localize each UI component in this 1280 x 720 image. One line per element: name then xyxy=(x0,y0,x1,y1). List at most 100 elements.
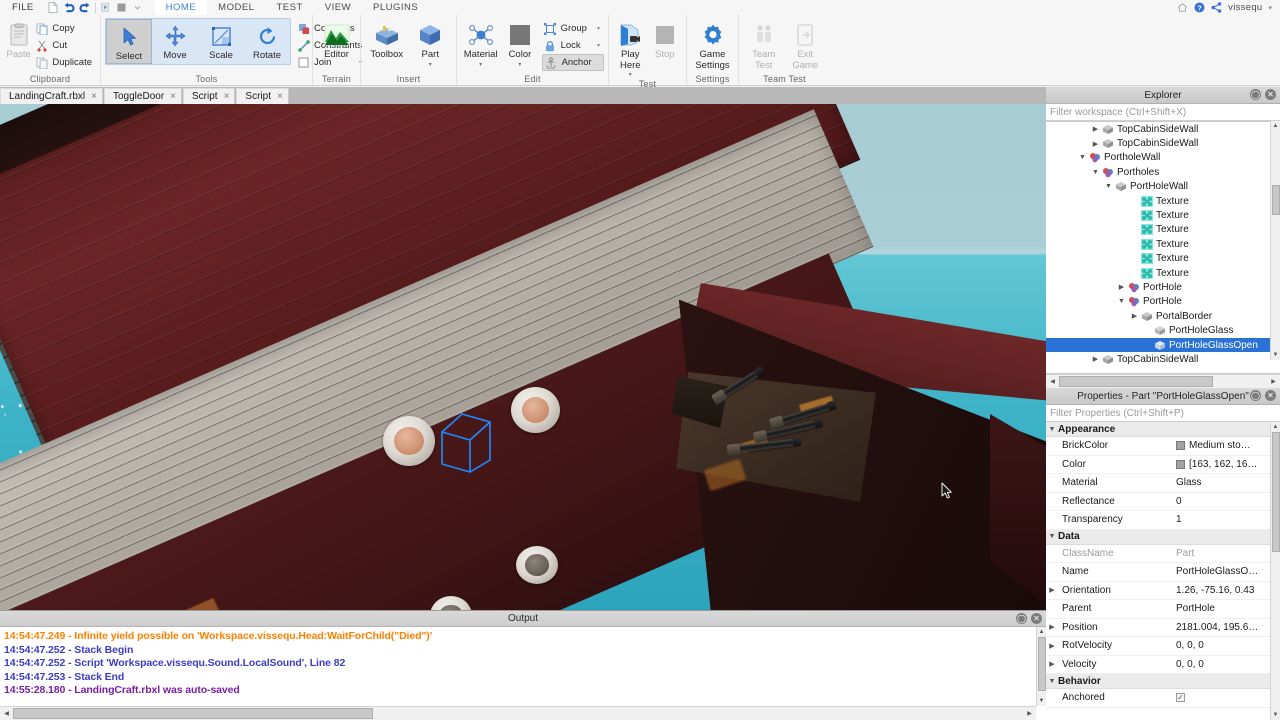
scrollbar-thumb[interactable] xyxy=(13,708,373,719)
expand-icon[interactable]: ▶ xyxy=(1046,623,1058,631)
scrollbar-thumb[interactable] xyxy=(1272,432,1280,552)
property-row-transparency[interactable]: Transparency 1 xyxy=(1046,511,1280,530)
property-row-name[interactable]: Name PortHoleGlassO… xyxy=(1046,563,1280,582)
lock-button[interactable]: Lock ▾ xyxy=(542,37,604,54)
twisty-icon[interactable]: ▶ xyxy=(1090,125,1101,133)
tree-row[interactable]: Texture xyxy=(1046,223,1280,237)
help-icon[interactable]: ? xyxy=(1194,2,1205,13)
tree-row[interactable]: Texture xyxy=(1046,237,1280,251)
property-row-orientation[interactable]: ▶ Orientation 1.26, -75.16, 0.43 xyxy=(1046,582,1280,600)
property-value[interactable]: Glass xyxy=(1176,477,1280,488)
scroll-right-icon[interactable]: ▶ xyxy=(1267,375,1280,388)
group-caret-icon[interactable]: ▾ xyxy=(591,25,600,32)
close-icon[interactable]: ✕ xyxy=(1031,613,1042,624)
explorer-vertical-scrollbar[interactable]: ▲ ▼ xyxy=(1270,121,1280,360)
property-row-anchored[interactable]: Anchored ✓ xyxy=(1046,689,1280,708)
select-tool-button[interactable]: Select xyxy=(106,19,152,64)
tree-row[interactable]: ▼ PortholeWall xyxy=(1046,151,1280,165)
properties-list[interactable]: ▼ Appearance BrickColor Medium sto… Colo… xyxy=(1046,422,1280,720)
ribbon-tab-test[interactable]: TEST xyxy=(265,0,313,15)
ribbon-tab-model[interactable]: MODEL xyxy=(207,0,265,15)
game-settings-button[interactable]: Game Settings xyxy=(691,18,734,71)
redo-icon[interactable] xyxy=(78,1,92,14)
document-tab-landingcraft[interactable]: LandingCraft.rbxl × xyxy=(0,88,103,104)
close-icon[interactable]: × xyxy=(277,91,283,102)
exit-game-button[interactable]: Exit Game xyxy=(785,18,827,71)
output-horizontal-scrollbar[interactable]: ◀ ▶ xyxy=(0,706,1036,720)
property-value[interactable]: Medium sto… xyxy=(1176,440,1280,451)
stop-icon[interactable] xyxy=(115,1,129,14)
scrollbar-track[interactable] xyxy=(1059,375,1267,388)
home-icon[interactable] xyxy=(1177,2,1188,13)
explorer-filter-box[interactable] xyxy=(1046,104,1280,121)
properties-filter-input[interactable] xyxy=(1050,407,1280,419)
tree-row[interactable]: ▼ PortHoleWall xyxy=(1046,180,1280,194)
twisty-icon[interactable]: ▼ xyxy=(1077,154,1088,161)
group-button[interactable]: Group ▾ xyxy=(542,20,604,37)
scroll-down-icon[interactable]: ▼ xyxy=(1037,696,1046,706)
scroll-down-icon[interactable]: ▼ xyxy=(1271,710,1280,720)
document-tab-script-2[interactable]: Script × xyxy=(236,88,289,104)
property-value[interactable]: 0, 0, 0 xyxy=(1176,659,1280,670)
property-value[interactable]: PortHole xyxy=(1176,603,1280,614)
tree-row[interactable]: ▼ Portholes xyxy=(1046,165,1280,179)
scroll-up-icon[interactable]: ▲ xyxy=(1271,422,1280,432)
twisty-icon[interactable]: ▶ xyxy=(1129,312,1140,320)
document-tab-script-1[interactable]: Script × xyxy=(183,88,236,104)
twisty-icon[interactable]: ▼ xyxy=(1103,183,1114,190)
output-vertical-scrollbar[interactable]: ▲ ▼ xyxy=(1036,627,1046,706)
tree-row[interactable]: Texture xyxy=(1046,252,1280,266)
stop-button[interactable]: Stop xyxy=(648,18,683,61)
undock-icon[interactable]: ◯ xyxy=(1016,613,1027,624)
play-icon[interactable] xyxy=(99,1,113,14)
tree-row[interactable]: Texture xyxy=(1046,266,1280,280)
user-menu-caret-icon[interactable]: ▾ xyxy=(1268,4,1272,12)
play-here-button[interactable]: Play Here ▾ xyxy=(613,18,648,78)
property-row-color[interactable]: Color [163, 162, 16… xyxy=(1046,456,1280,474)
ribbon-tab-view[interactable]: VIEW xyxy=(314,0,362,15)
twisty-icon[interactable]: ▼ xyxy=(1046,426,1058,433)
document-tab-toggledoor[interactable]: ToggleDoor × xyxy=(104,88,182,104)
scroll-down-icon[interactable]: ▼ xyxy=(1271,350,1280,360)
twisty-icon[interactable]: ▼ xyxy=(1046,533,1058,540)
close-icon[interactable]: ✕ xyxy=(1265,390,1276,401)
color-button[interactable]: Color ▾ xyxy=(500,18,539,68)
property-row-material[interactable]: Material Glass xyxy=(1046,474,1280,493)
tree-row-selected[interactable]: PortHoleGlassOpen xyxy=(1046,337,1280,353)
tree-row[interactable]: ▶ TopCabinSideWall xyxy=(1046,136,1280,150)
tree-row[interactable]: ▼ PortHole xyxy=(1046,295,1280,309)
property-row-parent[interactable]: Parent PortHole xyxy=(1046,600,1280,619)
property-value[interactable]: 2181.004, 195.6… xyxy=(1176,622,1280,633)
porthole-part[interactable] xyxy=(383,416,435,466)
file-menu-button[interactable]: FILE xyxy=(0,0,42,15)
explorer-tree[interactable]: ▶ TopCabinSideWall ▶ TopCabinSideWall ▼ … xyxy=(1046,121,1280,374)
tree-row[interactable]: ▶ PortHole xyxy=(1046,280,1280,294)
material-caret-icon[interactable]: ▾ xyxy=(479,62,482,68)
user-name[interactable]: vissequ xyxy=(1228,2,1262,13)
undock-icon[interactable]: ◯ xyxy=(1250,390,1261,401)
property-row-rotvelocity[interactable]: ▶ RotVelocity 0, 0, 0 xyxy=(1046,637,1280,656)
property-value[interactable]: [163, 162, 16… xyxy=(1176,459,1280,470)
material-button[interactable]: Material ▾ xyxy=(461,18,500,68)
tree-row[interactable]: Texture xyxy=(1046,208,1280,222)
more-icon[interactable] xyxy=(131,1,145,14)
anchor-button[interactable]: Anchor xyxy=(541,54,604,71)
property-value[interactable]: ✓ xyxy=(1176,693,1280,703)
scrollbar-thumb[interactable] xyxy=(1038,637,1046,691)
scroll-left-icon[interactable]: ◀ xyxy=(0,707,13,720)
scroll-up-icon[interactable]: ▲ xyxy=(1037,627,1046,637)
new-file-icon[interactable] xyxy=(46,1,60,14)
tree-row[interactable]: ▶ TopCabinSideWall xyxy=(1046,122,1280,136)
close-icon[interactable]: ✕ xyxy=(1265,89,1276,100)
scroll-left-icon[interactable]: ◀ xyxy=(1046,375,1059,388)
close-icon[interactable]: × xyxy=(170,91,176,102)
team-test-button[interactable]: Team Test xyxy=(743,18,785,71)
properties-vertical-scrollbar[interactable]: ▲ ▼ xyxy=(1270,422,1280,720)
expand-icon[interactable]: ▶ xyxy=(1046,642,1058,650)
scrollbar-track[interactable] xyxy=(13,707,1023,720)
scale-tool-button[interactable]: Scale xyxy=(198,19,244,64)
tree-row[interactable]: ▶ PortalBorder xyxy=(1046,309,1280,323)
property-value[interactable]: 0 xyxy=(1176,496,1280,507)
undo-icon[interactable] xyxy=(62,1,76,14)
twisty-icon[interactable]: ▼ xyxy=(1046,678,1058,685)
